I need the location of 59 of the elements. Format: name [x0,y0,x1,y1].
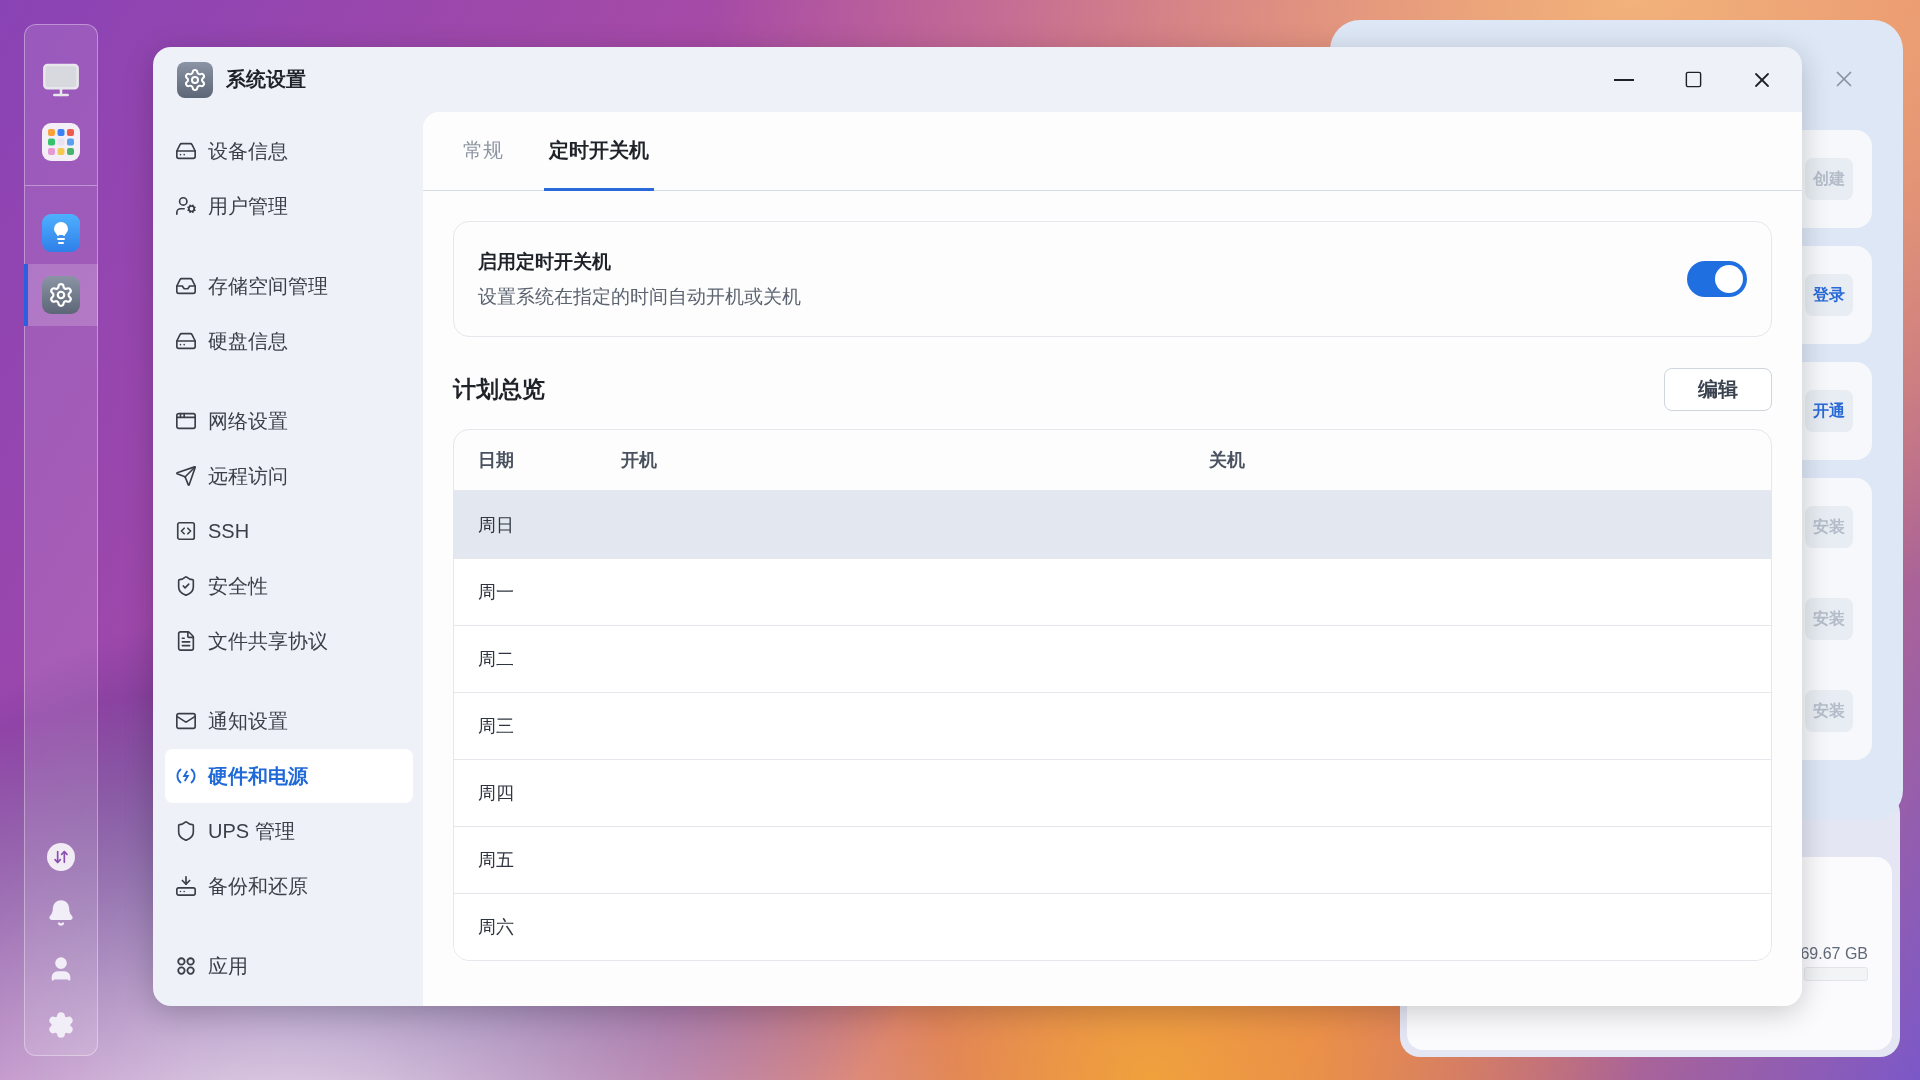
table-cell-text: 周日 [478,513,514,537]
sidebar-item[interactable]: 设备信息 [165,124,413,178]
sidebar-item[interactable]: SSH [165,504,413,558]
four-circles-icon [175,955,197,977]
user-gear-icon [175,195,197,217]
sidebar-item[interactable]: 文件共享协议 [165,614,413,668]
storage-reading: 69.67 GB [1800,945,1868,963]
action-button[interactable]: 登录 [1805,274,1853,316]
maximize-icon [1683,70,1703,89]
table-cell-text: 周一 [478,581,514,604]
sidebar-item[interactable]: 用户管理 [165,179,413,233]
window-icon [175,410,197,432]
lightbulb-app-icon [42,214,80,252]
drive-icon [175,330,197,352]
shield-check-icon [175,575,197,597]
table-cell-text: 周三 [478,715,514,738]
toggle-switch[interactable] [1687,261,1747,297]
action-button[interactable]: 开通 [1805,390,1853,432]
setting-title: 启用定时开关机 [478,249,612,274]
document-icon [175,630,197,652]
sidebar-item[interactable]: 硬盘信息 [165,314,413,368]
tray-icon [175,275,197,297]
mail-icon [175,710,197,732]
sidebar-item[interactable]: 硬件和电源 [165,749,413,803]
section-title: 计划总览 [453,375,545,404]
setting-description: 设置系统在指定的时间自动开机或关机 [478,284,801,309]
paper-plane-icon [175,465,197,487]
sidebar-item[interactable]: 通知设置 [165,694,413,748]
gear-app-icon [177,61,213,98]
shield-icon [175,820,197,842]
edit-button[interactable]: 编辑 [1664,368,1772,411]
sidebar-item[interactable]: 备份和还原 [165,859,413,913]
transfer-icon[interactable] [47,843,75,871]
settings-app-icon [42,276,80,314]
table-cell-text: 周二 [478,648,514,671]
column-header: 开机 [621,449,658,472]
sidebar-item[interactable]: 存储空间管理 [165,259,413,313]
sidebar-item[interactable]: 网络设置 [165,394,413,448]
bell-icon[interactable] [47,899,75,927]
column-header: 关机 [1209,449,1246,472]
sidebar-item[interactable]: UPS 管理 [165,804,413,858]
minimize-icon [1614,78,1634,81]
app-grid-icon [42,123,80,161]
column-header: 日期 [478,449,515,472]
code-icon [175,520,197,542]
window-title: 系统设置 [226,67,306,92]
dock-item[interactable] [24,264,98,326]
sidebar-item[interactable]: 安全性 [165,559,413,613]
download-icon [175,875,197,897]
sidebar-item[interactable]: 远程访问 [165,449,413,503]
table-cell-text: 周五 [478,849,514,872]
storage-bar [1804,967,1868,981]
drive-icon [175,140,197,162]
table-cell-text: 周四 [478,782,514,805]
table-cell-text: 周六 [478,916,514,939]
table-row[interactable]: 周六 [454,893,1771,960]
sidebar-item[interactable]: 应用 [165,939,413,993]
table-row[interactable]: 周日 [454,491,1771,558]
tab[interactable]: 定时开关机 [544,112,654,191]
